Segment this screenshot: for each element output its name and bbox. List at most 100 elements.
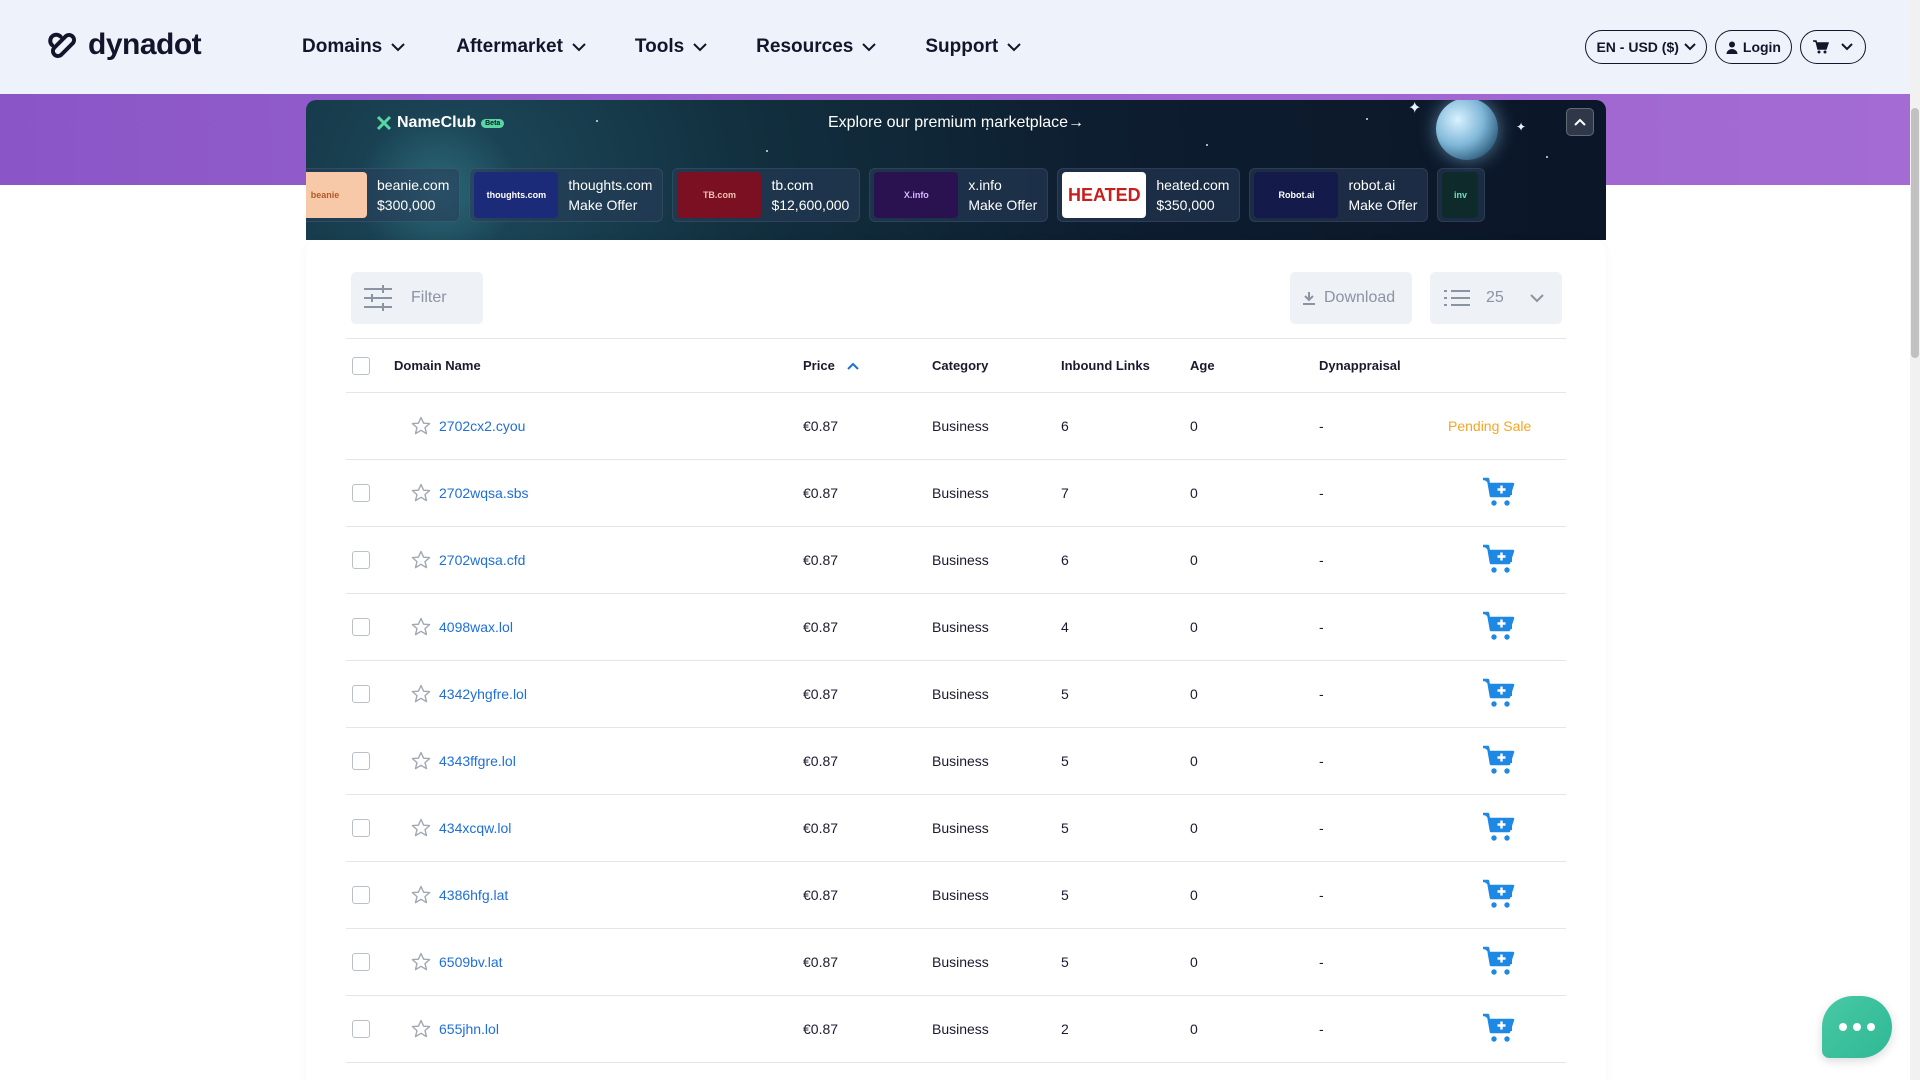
domain-cell: 6509bv.lat (394, 952, 803, 972)
cart-menu-button[interactable] (1800, 30, 1866, 64)
domain-logo-thumbnail: HEATED (1062, 172, 1147, 218)
category-cell: Business (932, 887, 989, 903)
table-row: 4098wax.lol €0.87 Business 4 0 - (346, 594, 1566, 661)
add-to-cart-button[interactable] (1448, 476, 1516, 511)
add-to-cart-button[interactable] (1448, 610, 1516, 645)
add-to-cart-button[interactable] (1448, 677, 1516, 712)
table-row: 2702wqsa.cfd €0.87 Business 6 0 - (346, 527, 1566, 594)
row-checkbox[interactable] (352, 886, 370, 904)
star-icon[interactable] (411, 818, 431, 838)
inbound-links-cell: 5 (1061, 753, 1069, 769)
premium-domain-card[interactable]: inv (1437, 168, 1486, 222)
price-cell: €0.87 (803, 686, 839, 702)
category-cell: Business (932, 686, 989, 702)
row-checkbox[interactable] (352, 953, 370, 971)
col-age[interactable]: Age (1190, 339, 1319, 393)
premium-domain-card[interactable]: thoughts.com thoughts.com Make Offer (469, 168, 664, 222)
domain-logo-thumbnail: thoughts.com (474, 172, 559, 218)
row-checkbox[interactable] (352, 618, 370, 636)
table-row: 655jhn.lol €0.87 Business 2 0 - (346, 996, 1566, 1063)
domain-link[interactable]: 6509bv.lat (439, 954, 503, 970)
price-cell: €0.87 (803, 954, 839, 970)
scrollbar-thumb[interactable] (1911, 108, 1919, 358)
nav-resources[interactable]: Resources (756, 36, 877, 58)
star-icon[interactable] (411, 952, 431, 972)
star-icon[interactable] (411, 1019, 431, 1039)
star-icon[interactable] (411, 416, 431, 436)
page-scrollbar[interactable] (1910, 0, 1920, 1080)
download-button[interactable]: Download (1290, 272, 1412, 324)
col-domain-name[interactable]: Domain Name (394, 339, 803, 393)
premium-domain-card[interactable]: X.info x.info Make Offer (869, 168, 1049, 222)
premium-domain-info: tb.com $12,600,000 (771, 175, 853, 215)
row-checkbox[interactable] (352, 1020, 370, 1038)
locale-currency-selector[interactable]: EN - USD ($) (1585, 30, 1707, 64)
dynadot-logo[interactable]: dynadot (44, 28, 202, 62)
star-icon[interactable] (411, 751, 431, 771)
premium-domain-card[interactable]: beanie beanie.com $300,000 (306, 168, 461, 222)
premium-domain-card[interactable]: Robot.ai robot.ai Make Offer (1249, 168, 1429, 222)
domain-link[interactable]: 4342yhgfre.lol (439, 686, 527, 702)
col-inbound-links[interactable]: Inbound Links (1061, 339, 1190, 393)
page-size-selector[interactable]: 25 (1430, 272, 1562, 324)
price-cell: €0.87 (803, 552, 839, 568)
domain-link[interactable]: 434xcqw.lol (439, 820, 511, 836)
star-icon[interactable] (411, 483, 431, 503)
add-to-cart-button[interactable] (1448, 878, 1516, 913)
domain-link[interactable]: 4386hfg.lat (439, 887, 508, 903)
domain-link[interactable]: 4098wax.lol (439, 619, 513, 635)
row-checkbox[interactable] (352, 752, 370, 770)
nav-domains[interactable]: Domains (302, 36, 406, 58)
add-to-cart-button[interactable] (1448, 945, 1516, 980)
star-icon[interactable] (411, 885, 431, 905)
nav-tools-label: Tools (634, 36, 685, 57)
star-icon[interactable] (411, 684, 431, 704)
row-checkbox[interactable] (352, 819, 370, 837)
table-row: 4343ffgre.lol €0.87 Business 5 0 - (346, 728, 1566, 795)
col-dynappraisal[interactable]: Dynappraisal (1319, 339, 1448, 393)
row-checkbox[interactable] (352, 551, 370, 569)
col-price[interactable]: Price (803, 339, 932, 393)
row-checkbox[interactable] (352, 685, 370, 703)
dynappraisal-cell: - (1319, 887, 1324, 903)
add-to-cart-button[interactable] (1448, 543, 1516, 578)
category-cell: Business (932, 485, 989, 501)
nav-support[interactable]: Support (925, 36, 1022, 58)
star-icon[interactable] (411, 550, 431, 570)
domain-link[interactable]: 2702wqsa.cfd (439, 552, 525, 568)
star-icon[interactable] (411, 617, 431, 637)
nav-resources-label: Resources (756, 36, 854, 57)
domain-link[interactable]: 2702cx2.cyou (439, 418, 525, 434)
premium-domain-card[interactable]: HEATED heated.com $350,000 (1057, 168, 1241, 222)
login-button[interactable]: Login (1714, 30, 1792, 64)
chat-dot-icon (1853, 1023, 1861, 1031)
collapse-banner-button[interactable] (1566, 108, 1594, 136)
domain-link[interactable]: 655jhn.lol (439, 1021, 499, 1037)
add-to-cart-button[interactable] (1448, 1012, 1516, 1047)
nav-aftermarket[interactable]: Aftermarket (456, 36, 587, 58)
domain-link[interactable]: 4343ffgre.lol (439, 753, 516, 769)
domain-link[interactable]: 2702wqsa.sbs (439, 485, 529, 501)
chat-support-button[interactable] (1822, 996, 1892, 1058)
nav-tools[interactable]: Tools (635, 36, 708, 58)
filter-button[interactable]: Filter (351, 272, 483, 324)
explore-marketplace-link[interactable]: Explore our premium marketplace→ (306, 114, 1606, 132)
add-to-cart-icon (1483, 611, 1515, 640)
premium-domain-name: robot.ai (1348, 177, 1396, 193)
add-to-cart-button[interactable] (1448, 744, 1516, 779)
select-all-checkbox[interactable] (352, 356, 370, 375)
add-to-cart-button[interactable] (1448, 811, 1516, 846)
category-cell: Business (932, 753, 989, 769)
chevron-down-icon (1530, 293, 1544, 302)
chevron-down-icon (862, 43, 877, 52)
col-actions (1448, 339, 1566, 393)
user-icon (1726, 41, 1738, 54)
age-cell: 0 (1190, 820, 1198, 836)
inbound-links-cell: 6 (1061, 418, 1069, 434)
cart-icon (1813, 40, 1829, 54)
header-actions: EN - USD ($) Login (1585, 30, 1866, 64)
col-category[interactable]: Category (932, 339, 1061, 393)
premium-domain-card[interactable]: TB.com tb.com $12,600,000 (672, 168, 861, 222)
row-checkbox[interactable] (352, 484, 370, 502)
domain-cell: 2702wqsa.sbs (394, 483, 803, 503)
